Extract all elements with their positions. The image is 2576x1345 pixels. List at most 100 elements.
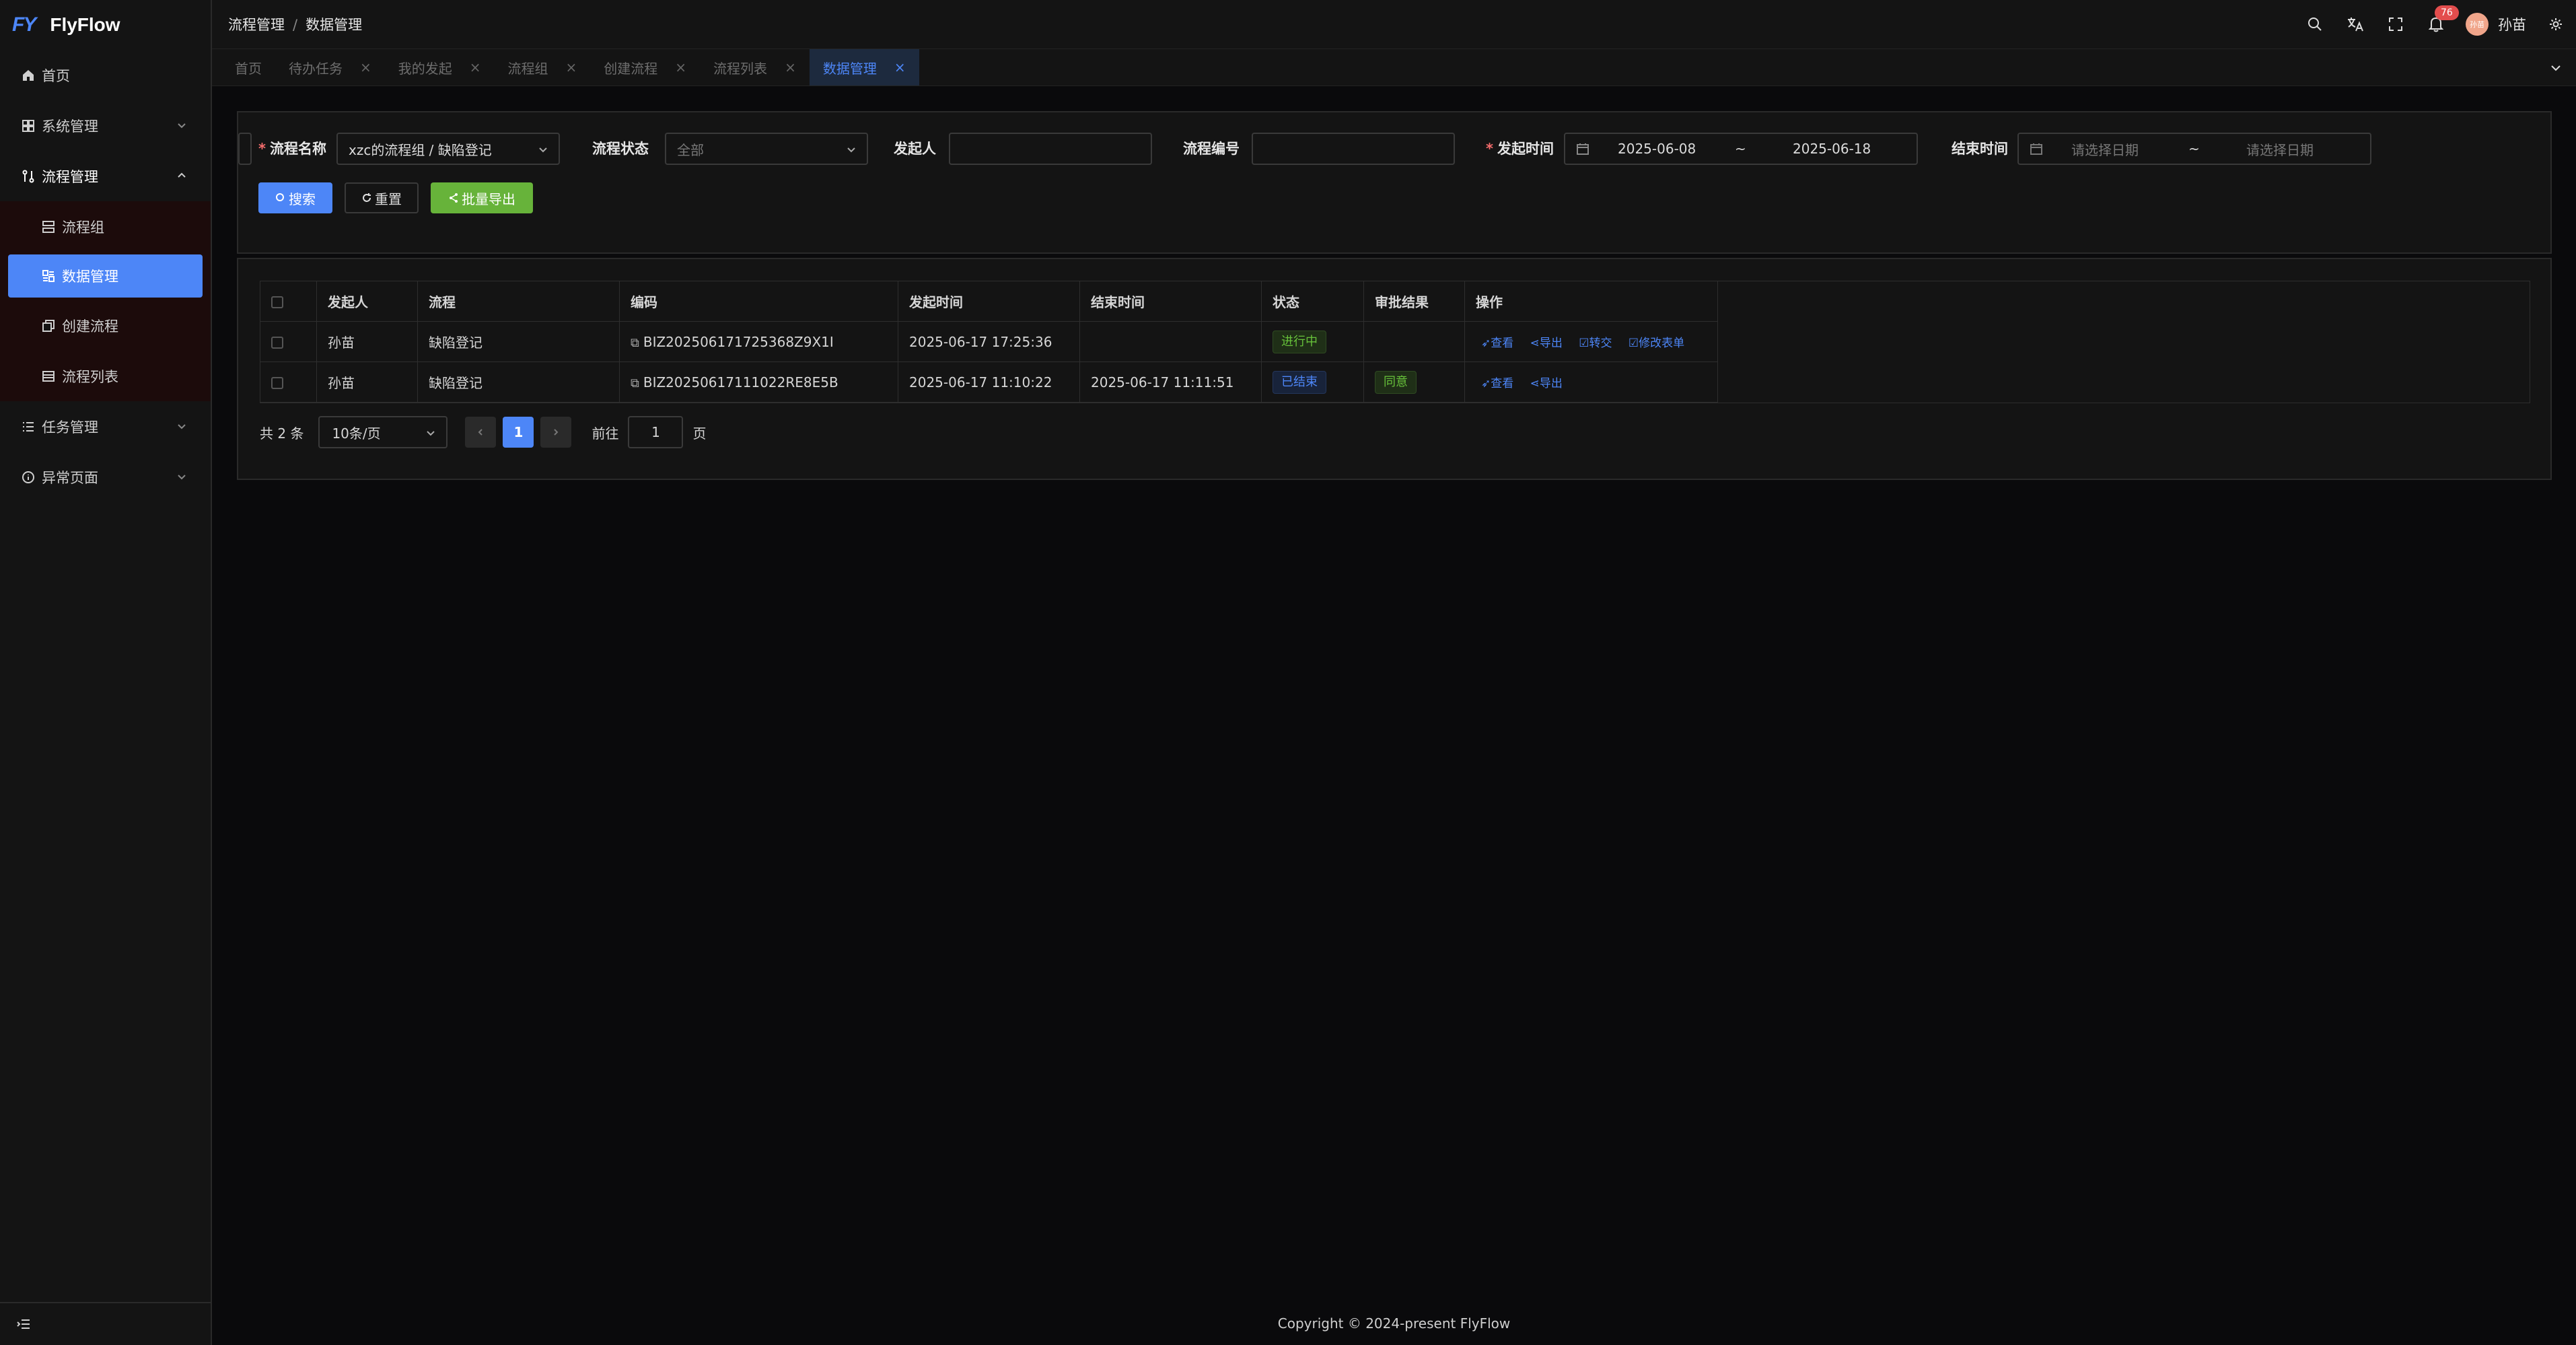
sidebar-item-process-group[interactable]: 流程组	[0, 201, 211, 252]
tab-process-list[interactable]: 流程列表 ×	[700, 49, 810, 85]
gear-icon[interactable]	[2545, 13, 2567, 35]
sidebar-item-task[interactable]: 任务管理	[0, 401, 211, 452]
edit-form-link[interactable]: ☑修改表单	[1629, 337, 1684, 350]
status-cell: 已结束	[1261, 361, 1364, 403]
tab-data-management[interactable]: 数据管理 ×	[809, 49, 919, 85]
tab-label: 流程列表	[713, 60, 768, 77]
export-link[interactable]: ⋖导出	[1530, 377, 1563, 390]
chevron-down-icon	[847, 147, 855, 153]
label-text: 流程名称	[269, 141, 326, 157]
sidebar-item-process-list[interactable]: 流程列表	[0, 351, 211, 401]
sidebar-item-label: 任务管理	[42, 419, 98, 436]
username[interactable]: 孙苗	[2498, 14, 2526, 34]
chevron-left-icon	[478, 429, 483, 436]
sidebar-item-label: 流程管理	[42, 168, 98, 185]
column-header: 结束时间	[1079, 281, 1262, 322]
sidebar-item-label: 系统管理	[42, 118, 98, 135]
table-row[interactable]: 孙苗 缺陷登记 ⧉ BIZ20250617111022RE8E5B 2025-06…	[260, 361, 1718, 403]
data-icon	[40, 268, 57, 284]
row-checkbox[interactable]	[271, 377, 283, 389]
process-no-input[interactable]	[238, 133, 252, 165]
close-icon[interactable]: ×	[675, 59, 686, 75]
start-time-cell: 2025-06-17 11:10:22	[898, 361, 1080, 403]
chevron-down-icon	[427, 431, 435, 436]
end-from-placeholder[interactable]: 请选择日期	[2071, 139, 2139, 159]
status-label: 流程状态	[592, 141, 649, 157]
sidebar-item-home[interactable]: 首页	[0, 50, 211, 100]
tab-todo[interactable]: 待办任务 ×	[275, 49, 385, 85]
sidebar-item-label: 流程列表	[62, 368, 118, 385]
end-time-label: 结束时间	[1952, 141, 2008, 157]
copy-icon[interactable]: ⧉	[631, 336, 639, 350]
tab-home[interactable]: 首页	[221, 49, 275, 85]
close-icon[interactable]: ×	[566, 59, 577, 75]
process-name-select[interactable]: xzc的流程组 / 缺陷登记	[336, 133, 560, 165]
column-header: 编码	[619, 281, 898, 322]
sidebar-item-exception[interactable]: 异常页面	[0, 452, 211, 502]
result-cell	[1363, 321, 1465, 362]
initiator-input[interactable]	[949, 133, 1152, 165]
reset-button[interactable]: 重置	[345, 182, 419, 213]
end-time-range[interactable]: 请选择日期 ~ 请选择日期	[2017, 133, 2371, 165]
copy-icon[interactable]: ⧉	[631, 376, 639, 390]
group-icon	[40, 219, 57, 235]
close-icon[interactable]: ×	[894, 59, 906, 75]
avatar[interactable]: 孙苗	[2466, 13, 2489, 36]
page-number-button[interactable]: 1	[503, 417, 534, 448]
prev-page-button[interactable]	[465, 417, 497, 448]
chevron-right-icon	[554, 429, 559, 436]
transfer-link[interactable]: ☑转交	[1579, 337, 1612, 350]
sidebar-item-label: 异常页面	[42, 469, 98, 486]
tab-create-process[interactable]: 创建流程 ×	[590, 49, 700, 85]
sidebar-item-system[interactable]: 系统管理	[0, 100, 211, 151]
app-logo[interactable]: FY FlyFlow	[0, 0, 211, 50]
view-link[interactable]: ➶查看	[1481, 377, 1513, 390]
row-checkbox[interactable]	[271, 337, 283, 349]
start-to-value[interactable]: 2025-06-18	[1793, 141, 1871, 157]
close-icon[interactable]: ×	[360, 59, 371, 75]
sidebar-collapse-button[interactable]	[0, 1302, 211, 1345]
close-icon[interactable]: ×	[785, 59, 796, 75]
process-no-input[interactable]	[1252, 133, 1455, 165]
chevron-down-icon[interactable]	[2549, 61, 2563, 75]
export-link[interactable]: ⋖导出	[1530, 337, 1563, 350]
start-time-cell: 2025-06-17 17:25:36	[898, 321, 1080, 362]
tab-process-group[interactable]: 流程组 ×	[495, 49, 591, 85]
sidebar-item-data-management[interactable]: 数据管理	[8, 254, 203, 298]
close-icon[interactable]: ×	[470, 59, 481, 75]
tab-my-started[interactable]: 我的发起 ×	[385, 49, 495, 85]
pagination: 共 2 条 10条/页 1 前往 1 页	[260, 415, 706, 449]
column-header: 审批结果	[1363, 281, 1465, 322]
end-to-placeholder[interactable]: 请选择日期	[2246, 139, 2314, 159]
sidebar-item-process[interactable]: 流程管理	[0, 151, 211, 201]
flow-icon	[20, 168, 36, 184]
sidebar-item-create-process[interactable]: 创建流程	[0, 300, 211, 351]
page-size-select[interactable]: 10条/页	[318, 416, 448, 448]
select-all-checkbox[interactable]	[271, 296, 283, 308]
breadcrumb-item[interactable]: 流程管理	[228, 17, 285, 33]
status-select[interactable]: 全部	[665, 133, 868, 165]
translate-icon[interactable]	[2345, 13, 2366, 35]
sidebar: FY FlyFlow 首页 系统管理 流程管理 流程组 数据管理 创建流程 流程…	[0, 0, 212, 1345]
start-time-range[interactable]: 2025-06-08 ~ 2025-06-18	[1564, 133, 1918, 165]
tab-label: 创建流程	[604, 60, 658, 77]
filter-panel: * 流程名称 xzc的流程组 / 缺陷登记 流程状态 全部 发起人 流程编号 * 发…	[237, 111, 2552, 254]
process-no-label: 流程编号	[1183, 141, 1240, 157]
view-link[interactable]: ➶查看	[1481, 337, 1513, 350]
next-page-button[interactable]	[540, 417, 572, 448]
fullscreen-icon[interactable]	[2385, 13, 2406, 35]
goto-page-input[interactable]: 1	[628, 416, 684, 448]
table-panel: 发起人 流程 编码 发起时间 结束时间 状态 审批结果 操作 孙苗 缺陷登记 ⧉…	[237, 258, 2552, 480]
search-icon[interactable]	[2304, 13, 2326, 35]
required-mark: *	[1486, 141, 1493, 157]
op-label: 转交	[1589, 337, 1612, 350]
start-from-value[interactable]: 2025-06-08	[1618, 141, 1696, 157]
search-button[interactable]: 搜索	[258, 182, 332, 213]
batch-export-button[interactable]: 批量导出	[431, 182, 533, 213]
code-value: BIZ20250617111022RE8E5B	[643, 374, 838, 390]
page-unit-label: 页	[692, 425, 707, 442]
table-row[interactable]: 孙苗 缺陷登记 ⧉ BIZ202506171725368Z9X1I 2025-06…	[260, 321, 1718, 362]
status-value: 全部	[677, 141, 704, 158]
notification-bell-icon[interactable]: 76	[2425, 5, 2459, 35]
start-time-label: * 发起时间	[1486, 138, 1554, 158]
